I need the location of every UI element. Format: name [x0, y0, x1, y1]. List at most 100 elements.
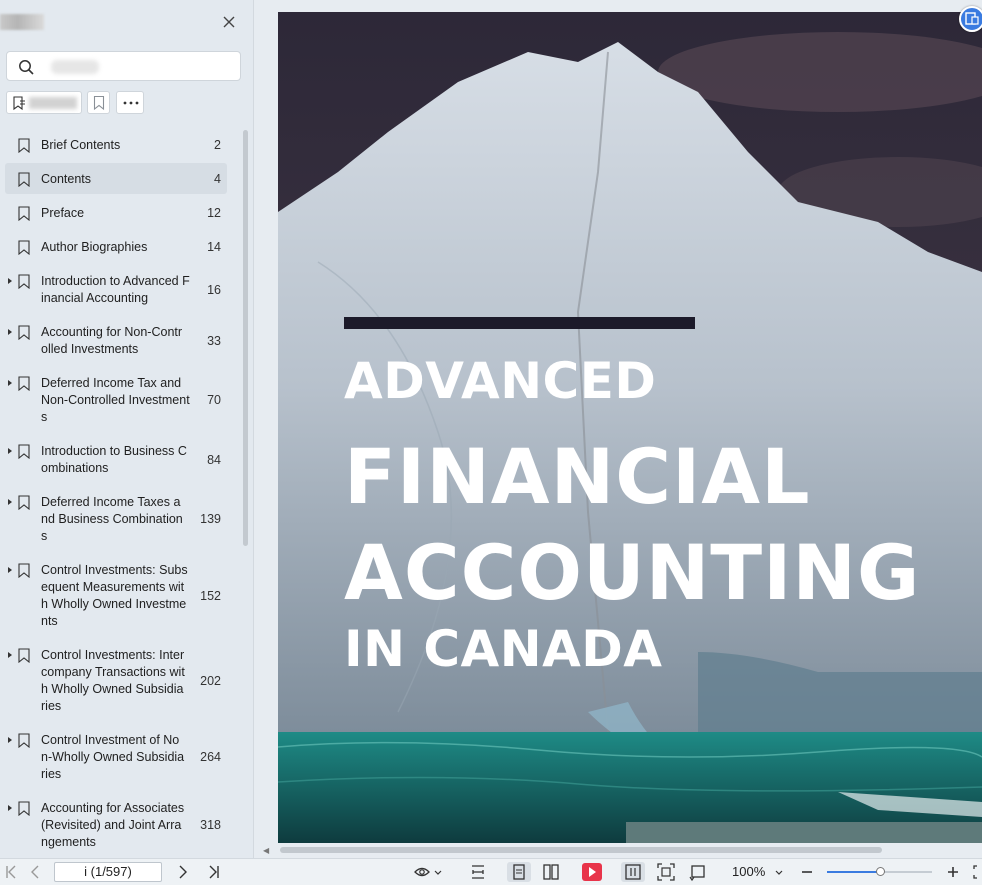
continuous-scroll-icon	[625, 864, 641, 880]
document-view[interactable]: ADVANCED FINANCIAL ACCOUNTING IN CANADA	[255, 0, 982, 858]
first-page-icon	[6, 865, 16, 879]
outline-item-label: Accounting for Associates (Revisited) an…	[41, 801, 185, 849]
scroll-left-arrow-icon[interactable]: ◀	[263, 846, 269, 855]
outline-item-label: Control Investments: Subs equent Measure…	[41, 563, 188, 628]
outline-item-label: Preface	[41, 206, 85, 220]
outline-item[interactable]: Introduction to Advanced F inancial Acco…	[5, 265, 227, 313]
outline-sidebar: Brief Contents 2 Contents 4 Preface 12 Author …	[0, 0, 254, 858]
sidebar-scrollbar[interactable]	[243, 130, 248, 546]
zoom-out-button[interactable]	[800, 862, 814, 882]
continuous-scroll-button[interactable]	[621, 862, 645, 882]
outline-item-page: 264	[200, 750, 221, 764]
outline-item-page: 4	[214, 172, 221, 186]
cover-title-bar	[344, 317, 695, 329]
single-page-button[interactable]	[507, 862, 531, 882]
outline-item-label: Deferred Income Tax and Non-Controlled I…	[41, 376, 190, 424]
outline-item-page: 33	[207, 333, 221, 348]
bookmark-icon	[18, 648, 30, 663]
minus-icon	[802, 871, 812, 873]
outline-item[interactable]: Accounting for Associates (Revisited) an…	[5, 792, 227, 857]
expand-triangle-icon[interactable]	[8, 499, 12, 505]
chevron-right-icon	[179, 865, 187, 879]
outline-item[interactable]: Contents 4	[5, 163, 227, 194]
two-page-button[interactable]	[541, 862, 561, 882]
expand-triangle-icon[interactable]	[8, 278, 12, 284]
fullscreen-icon	[973, 865, 977, 879]
outline-item[interactable]: Deferred Income Tax and Non-Controlled I…	[5, 367, 227, 432]
horizontal-scroll-thumb[interactable]	[280, 847, 882, 853]
bookmark-icon	[18, 325, 30, 340]
search-icon	[19, 60, 34, 75]
close-sidebar-button[interactable]	[220, 13, 238, 31]
previous-page-button[interactable]	[28, 862, 42, 882]
page-number-input[interactable]: i (1/597)	[54, 862, 162, 882]
outline-item[interactable]: Introduction to Business C ombinations 84	[5, 435, 227, 483]
bottom-toolbar: i (1/597) 100%	[0, 858, 982, 885]
slideshow-button[interactable]	[581, 862, 603, 882]
zoom-slider-thumb[interactable]	[875, 867, 885, 876]
last-page-button[interactable]	[207, 862, 221, 882]
bookmark-icon	[18, 172, 30, 187]
cover-title-line-4: IN CANADA	[344, 620, 663, 678]
expand-triangle-icon[interactable]	[8, 567, 12, 573]
outline-item-label: Control Investment of No n-Wholly Owned …	[41, 733, 185, 781]
bookmark-icon	[18, 376, 30, 391]
outline-item[interactable]: Brief Contents 2	[5, 129, 227, 160]
outline-item-label: Contents	[41, 172, 92, 186]
rotate-icon	[689, 865, 705, 882]
outline-item[interactable]: Preface 12	[5, 197, 227, 228]
outline-item-page: 84	[207, 452, 221, 467]
expand-triangle-icon[interactable]	[8, 805, 12, 811]
fit-width-button[interactable]	[469, 862, 487, 882]
bookmark-icon	[18, 563, 30, 578]
floating-tool-button[interactable]	[959, 6, 982, 32]
horizontal-scrollbar[interactable]	[278, 847, 982, 853]
zoom-in-button[interactable]	[946, 862, 960, 882]
document-tool-icon	[965, 12, 979, 25]
fullscreen-button[interactable]	[972, 862, 982, 882]
outline-item-label: Brief Contents	[41, 138, 121, 152]
zoom-level[interactable]: 100%	[732, 864, 765, 879]
zoom-dropdown-button[interactable]	[774, 862, 784, 882]
outline-view-redacted-text	[29, 97, 77, 109]
more-icon	[123, 101, 139, 105]
bookmark-icon	[18, 495, 30, 510]
expand-triangle-icon[interactable]	[8, 329, 12, 335]
expand-triangle-icon[interactable]	[8, 737, 12, 743]
bookmark-view-button[interactable]	[87, 91, 110, 114]
outline-item-page: 70	[207, 393, 221, 407]
outline-item-page: 2	[214, 138, 221, 152]
outline-item-label: Introduction to Advanced F inancial Acco…	[41, 274, 190, 305]
outline-item-label: Author Biographies	[41, 240, 148, 254]
expand-triangle-icon[interactable]	[8, 652, 12, 658]
outline-item-label: Control Investments: Inter company Trans…	[41, 648, 185, 713]
next-page-button[interactable]	[176, 862, 190, 882]
outline-item[interactable]: Deferred Income Taxes a nd Business Comb…	[5, 486, 227, 551]
outline-item-page: 202	[200, 673, 221, 688]
zoom-slider[interactable]	[827, 867, 932, 876]
outline-item-page: 318	[200, 818, 221, 832]
outline-view-button[interactable]	[6, 91, 82, 114]
fit-page-button[interactable]	[656, 862, 676, 882]
expand-triangle-icon[interactable]	[8, 380, 12, 386]
single-page-icon	[513, 864, 525, 880]
cover-image	[278, 12, 982, 843]
outline-item[interactable]: Accounting for Non-Contr olled Investmen…	[5, 316, 227, 364]
first-page-button[interactable]	[4, 862, 18, 882]
zoom-slider-fill	[827, 871, 880, 873]
cover-page: ADVANCED FINANCIAL ACCOUNTING IN CANADA	[278, 12, 982, 843]
outline-item-page: 139	[200, 512, 221, 526]
fit-width-icon	[472, 865, 484, 879]
outline-search-box[interactable]	[6, 51, 241, 81]
outline-item[interactable]: Author Biographies 14	[5, 231, 227, 262]
expand-triangle-icon[interactable]	[8, 448, 12, 454]
outline-item[interactable]: Control Investments: Inter company Trans…	[5, 639, 227, 721]
more-options-button[interactable]	[116, 91, 144, 114]
view-mode-button[interactable]	[413, 862, 445, 882]
rotate-button[interactable]	[688, 862, 708, 882]
outline-item[interactable]: Control Investments: Subs equent Measure…	[5, 554, 227, 636]
outline-item[interactable]: Control Investment of No n-Wholly Owned …	[5, 724, 227, 789]
plus-icon	[948, 867, 958, 877]
search-input[interactable]	[43, 52, 233, 80]
outline-item-label: Accounting for Non-Contr olled Investmen…	[41, 325, 183, 356]
